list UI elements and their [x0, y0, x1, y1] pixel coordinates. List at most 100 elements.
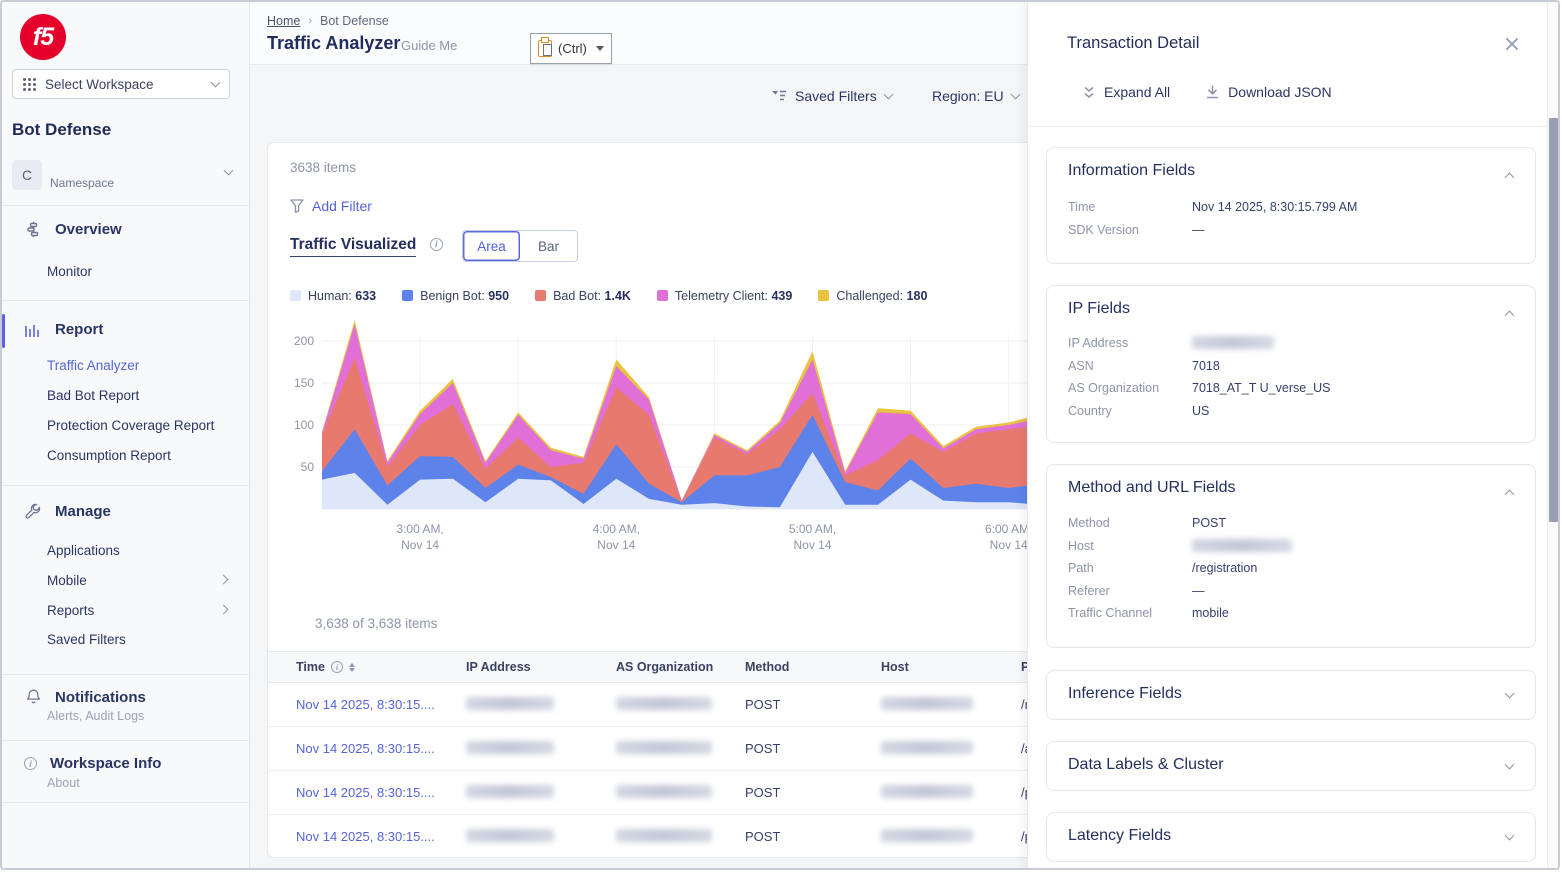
col-ip-address[interactable]: IP Address	[466, 660, 616, 674]
toggle-area-button[interactable]: Area	[463, 231, 520, 261]
info-icon: i	[24, 757, 37, 770]
expand-icon[interactable]	[1505, 760, 1515, 770]
table-row[interactable]: Nov 14 2025, 8:30:15....POST/p	[268, 771, 1032, 815]
sidebar-item-mobile[interactable]: Mobile	[47, 573, 87, 588]
collapse-icon[interactable]	[1505, 490, 1515, 500]
clipboard-icon	[538, 40, 552, 57]
expand-all-label: Expand All	[1104, 84, 1170, 100]
grid-icon	[23, 78, 36, 91]
expand-icon[interactable]	[1505, 689, 1515, 699]
card-title: Inference Fields	[1068, 685, 1182, 703]
blurred-value	[616, 829, 712, 842]
sidebar-item-protection-coverage-report[interactable]: Protection Coverage Report	[47, 418, 214, 433]
blurred-value	[881, 829, 973, 842]
field-label: Referer	[1068, 584, 1110, 598]
sidebar: f5 Select Workspace Bot Defense C Namesp…	[2, 2, 250, 868]
scrollbar-thumb[interactable]	[1549, 118, 1558, 522]
row-host	[881, 741, 1021, 757]
guide-me-link[interactable]: Guide Me	[401, 38, 457, 53]
field-value: 7018	[1192, 359, 1220, 373]
sidebar-item-traffic-analyzer[interactable]: Traffic Analyzer	[47, 358, 139, 373]
sort-icon[interactable]	[349, 663, 355, 672]
paste-ctrl-label: (Ctrl)	[558, 41, 587, 56]
svg-text:100: 100	[294, 418, 314, 432]
card-inference-fields[interactable]: Inference Fields	[1046, 670, 1536, 720]
caret-down-icon[interactable]	[596, 46, 604, 51]
svg-text:Nov 14: Nov 14	[793, 538, 831, 552]
download-icon	[1206, 85, 1219, 99]
collapse-icon[interactable]	[1505, 173, 1515, 183]
page-title: Traffic Analyzer	[267, 33, 400, 54]
sidebar-item-bad-bot-report[interactable]: Bad Bot Report	[47, 388, 139, 403]
table-row[interactable]: Nov 14 2025, 8:30:15....POST/r	[268, 683, 1032, 727]
sidebar-item-consumption-report[interactable]: Consumption Report	[47, 448, 171, 463]
traffic-card: 3638 items Add Filter Traffic Visualized…	[267, 142, 1032, 858]
legend-item[interactable]: Challenged: 180	[818, 289, 927, 303]
download-json-button[interactable]: Download JSON	[1206, 84, 1332, 100]
field-label: Country	[1068, 404, 1112, 418]
field-label: Time	[1068, 200, 1095, 214]
traffic-area-chart[interactable]: 501001502003:00 AM,Nov 144:00 AM,Nov 145…	[286, 313, 1032, 565]
expand-icon[interactable]	[1505, 831, 1515, 841]
sidebar-item-reports[interactable]: Reports	[47, 603, 94, 618]
legend-item[interactable]: Benign Bot: 950	[402, 289, 509, 303]
row-time-link[interactable]: Nov 14 2025, 8:30:15....	[296, 697, 466, 712]
panel-actions: Expand All Download JSON	[1083, 84, 1332, 100]
legend-swatch	[290, 290, 301, 301]
row-time-link[interactable]: Nov 14 2025, 8:30:15....	[296, 785, 466, 800]
sidebar-section-notifications[interactable]: Notifications	[24, 688, 146, 706]
col-host[interactable]: Host	[881, 660, 1021, 674]
sidebar-section-workspace-info[interactable]: i Workspace Info	[24, 755, 161, 772]
legend-item[interactable]: Telemetry Client: 439	[657, 289, 792, 303]
row-ip	[466, 697, 616, 713]
legend-item[interactable]: Human: 633	[290, 289, 376, 303]
sidebar-item-saved-filters[interactable]: Saved Filters	[47, 632, 126, 647]
svg-text:4:00 AM,: 4:00 AM,	[593, 522, 640, 536]
saved-filters-dropdown[interactable]: Saved Filters	[772, 88, 892, 104]
sidebar-section-manage[interactable]: Manage	[24, 502, 111, 520]
sidebar-item-overview[interactable]: Overview	[24, 220, 122, 238]
card-latency-fields[interactable]: Latency Fields	[1046, 812, 1536, 862]
col-method[interactable]: Method	[745, 660, 881, 674]
field-value: —	[1192, 223, 1205, 237]
field-value: Nov 14 2025, 8:30:15.799 AM	[1192, 200, 1357, 214]
close-icon[interactable]	[1504, 36, 1520, 52]
row-time-link[interactable]: Nov 14 2025, 8:30:15....	[296, 829, 466, 844]
sidebar-item-applications[interactable]: Applications	[47, 543, 120, 558]
expand-all-button[interactable]: Expand All	[1083, 84, 1170, 100]
row-as-organization	[616, 785, 745, 801]
traffic-visualized-title: Traffic Visualized	[290, 236, 416, 257]
card-data-labels-cluster[interactable]: Data Labels & Cluster	[1046, 741, 1536, 791]
add-filter-button[interactable]: Add Filter	[290, 198, 372, 214]
workspace-selector[interactable]: Select Workspace	[12, 69, 230, 99]
app-window: f5 Select Workspace Bot Defense C Namesp…	[0, 0, 1560, 870]
field-value-redacted	[1192, 539, 1292, 555]
vertical-scrollbar[interactable]	[1547, 2, 1558, 868]
legend-item[interactable]: Bad Bot: 1.4K	[535, 289, 631, 303]
traffic-visualized-row: Traffic Visualized i Area Bar	[290, 236, 1010, 257]
wrench-icon	[24, 502, 42, 520]
blurred-value	[881, 785, 973, 798]
col-time[interactable]: Time	[296, 660, 325, 674]
breadcrumb-home-link[interactable]: Home	[267, 14, 300, 28]
row-host	[881, 829, 1021, 845]
info-icon[interactable]: i	[430, 238, 443, 251]
row-ip	[466, 785, 616, 801]
namespace-selector[interactable]: C Namespace	[12, 160, 240, 196]
paste-ctrl-popup[interactable]: (Ctrl)	[530, 33, 612, 64]
legend-swatch	[535, 290, 546, 301]
table-row[interactable]: Nov 14 2025, 8:30:15....POST/p	[268, 815, 1032, 858]
blurred-value	[616, 697, 712, 710]
region-dropdown[interactable]: Region: EU	[932, 88, 1019, 104]
table-row[interactable]: Nov 14 2025, 8:30:15....POST/a	[268, 727, 1032, 771]
row-method: POST	[745, 697, 881, 712]
row-as-organization	[616, 741, 745, 757]
sidebar-section-report[interactable]: Report	[24, 320, 103, 338]
row-time-link[interactable]: Nov 14 2025, 8:30:15....	[296, 741, 466, 756]
manage-label: Manage	[55, 503, 111, 520]
sidebar-item-monitor[interactable]: Monitor	[47, 264, 92, 279]
info-icon[interactable]: i	[331, 661, 343, 673]
col-as-organization[interactable]: AS Organization	[616, 660, 745, 674]
toggle-bar-button[interactable]: Bar	[520, 231, 577, 261]
collapse-icon[interactable]	[1505, 311, 1515, 321]
